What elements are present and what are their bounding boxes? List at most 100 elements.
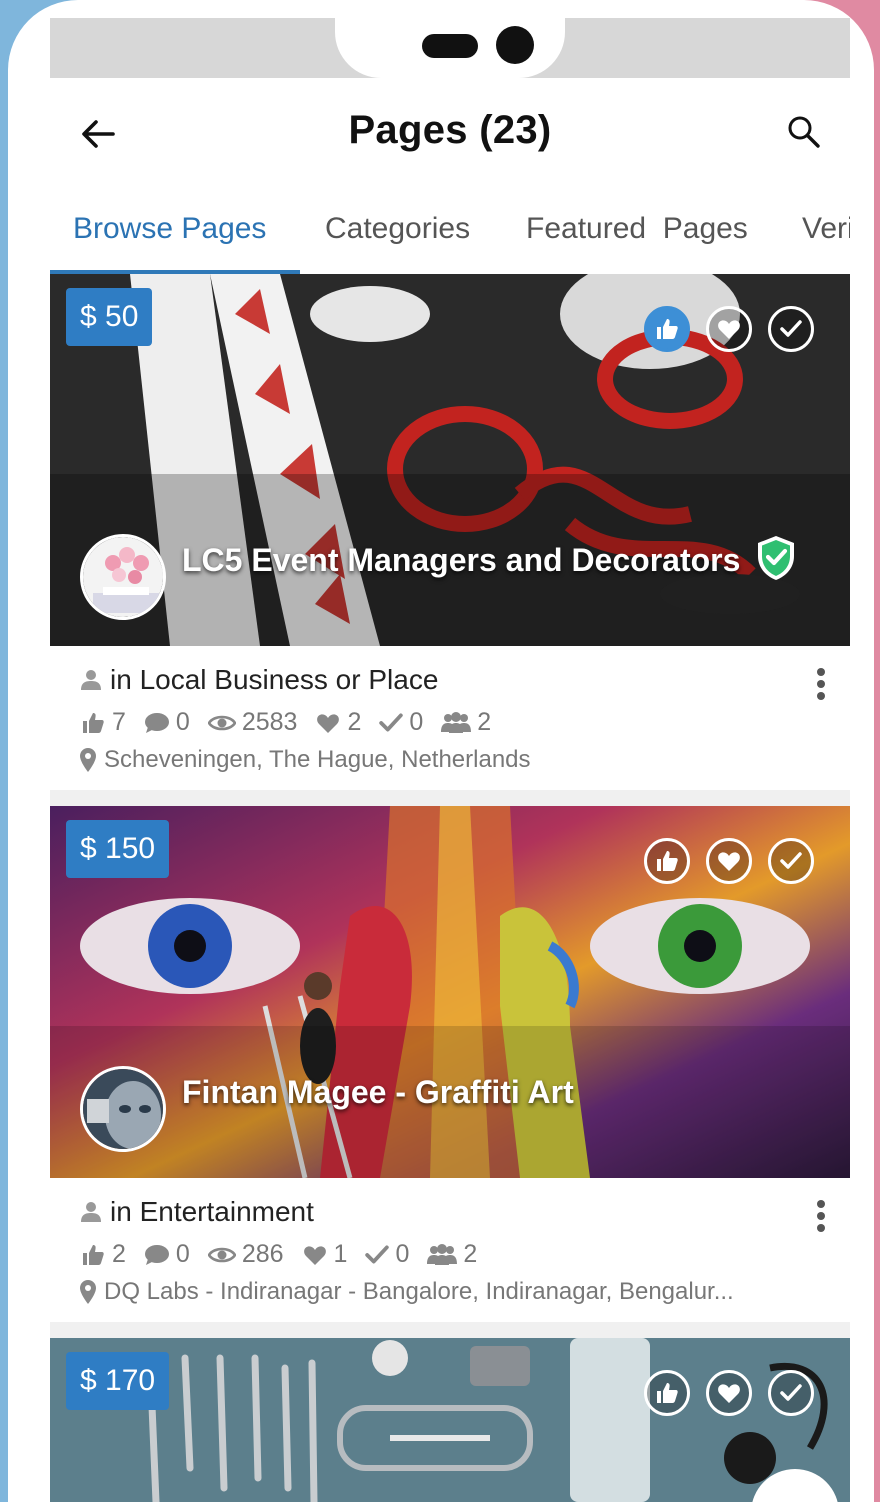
comments-stat: 0 bbox=[144, 1240, 190, 1269]
like-icon bbox=[657, 851, 678, 871]
favorites-stat: 1 bbox=[302, 1240, 348, 1269]
favorites-count: 1 bbox=[333, 1240, 348, 1268]
views-count: 286 bbox=[241, 1240, 284, 1268]
page-location: Scheveningen, The Hague, Netherlands bbox=[104, 746, 531, 773]
favorite-button[interactable] bbox=[706, 838, 752, 884]
user-icon bbox=[81, 670, 101, 690]
sensor-icon bbox=[422, 34, 478, 58]
location-line: DQ Labs - Indiranagar - Bangalore, Indir… bbox=[80, 1278, 800, 1306]
like-button[interactable] bbox=[644, 306, 690, 352]
follows-stat: 0 bbox=[379, 708, 423, 737]
category-line: in Entertainment bbox=[80, 1196, 314, 1228]
favorite-button[interactable] bbox=[706, 1370, 752, 1416]
comments-count: 0 bbox=[175, 708, 190, 736]
map-pin-icon bbox=[80, 748, 96, 772]
price-badge: $ 50 bbox=[66, 288, 153, 346]
search-button[interactable] bbox=[776, 104, 832, 160]
follow-button[interactable] bbox=[768, 1370, 814, 1416]
comment-icon bbox=[144, 1244, 169, 1265]
members-count: 2 bbox=[477, 708, 492, 736]
card-actions bbox=[644, 1370, 814, 1416]
check-icon bbox=[780, 320, 802, 337]
likes-count: 7 bbox=[112, 708, 126, 736]
page-location: DQ Labs - Indiranagar - Bangalore, Indir… bbox=[104, 1278, 734, 1305]
page-stats: 2 0 286 1 0 2 bbox=[80, 1240, 495, 1269]
page-card[interactable]: $ 170 bbox=[50, 1338, 850, 1502]
app-bar: Pages (23) bbox=[50, 78, 850, 188]
page-info: in Entertainment 2 0 286 1 0 2 DQ Labs -… bbox=[50, 1178, 850, 1322]
page-category[interactable]: in Entertainment bbox=[110, 1196, 314, 1228]
like-button[interactable] bbox=[644, 838, 690, 884]
like-icon bbox=[83, 1244, 104, 1265]
page-card[interactable]: $ 150 Fintan Magee - Graffiti Art in Ent… bbox=[50, 806, 850, 1322]
favorites-count: 2 bbox=[347, 708, 362, 736]
likes-stat: 7 bbox=[80, 708, 126, 737]
favorite-button[interactable] bbox=[706, 306, 752, 352]
camera-icon bbox=[496, 26, 534, 64]
more-options-button[interactable] bbox=[806, 664, 836, 704]
avatar bbox=[80, 1066, 166, 1152]
check-icon bbox=[780, 1384, 802, 1401]
views-stat: 286 bbox=[207, 1240, 284, 1269]
like-icon bbox=[657, 319, 678, 339]
card-actions bbox=[644, 838, 814, 884]
price-badge: $ 170 bbox=[66, 1352, 170, 1410]
page-stats: 7 0 2583 2 0 2 bbox=[80, 708, 509, 737]
follow-button[interactable] bbox=[768, 838, 814, 884]
card-actions bbox=[644, 306, 814, 352]
members-stat: 2 bbox=[441, 708, 491, 737]
likes-count: 2 bbox=[112, 1240, 126, 1268]
comments-stat: 0 bbox=[144, 708, 190, 737]
page-title: Pages (23) bbox=[348, 108, 552, 152]
members-icon bbox=[427, 1243, 458, 1265]
price-badge: $ 150 bbox=[66, 820, 170, 878]
follow-button[interactable] bbox=[768, 306, 814, 352]
category-line: in Local Business or Place bbox=[80, 664, 438, 696]
page-info: in Local Business or Place 7 0 2583 2 0 … bbox=[50, 646, 850, 790]
like-icon bbox=[83, 712, 104, 733]
user-icon bbox=[81, 1202, 101, 1222]
page-name[interactable]: Fintan Magee - Graffiti Art bbox=[182, 1074, 574, 1111]
more-vertical-icon bbox=[817, 1200, 825, 1208]
tab-verified-pages[interactable]: Verified Pages bbox=[802, 212, 850, 246]
eye-icon bbox=[207, 715, 236, 730]
page-cover-image: $ 170 bbox=[50, 1338, 850, 1502]
device-frame: Pages (23) Browse Pages Categories Featu… bbox=[8, 0, 874, 1502]
page-cover-image: $ 150 Fintan Magee - Graffiti Art bbox=[50, 806, 850, 1178]
comment-icon bbox=[144, 712, 169, 733]
members-stat: 2 bbox=[427, 1240, 477, 1269]
follows-stat: 0 bbox=[365, 1240, 409, 1269]
more-vertical-icon bbox=[817, 668, 825, 676]
verified-shield-icon bbox=[758, 536, 794, 580]
app-screen: Pages (23) Browse Pages Categories Featu… bbox=[50, 18, 850, 1502]
views-stat: 2583 bbox=[207, 708, 298, 737]
page-cover-image: $ 50 LC5 Event Managers and Decorators bbox=[50, 274, 850, 646]
map-pin-icon bbox=[80, 1280, 96, 1304]
views-count: 2583 bbox=[241, 708, 298, 736]
check-icon bbox=[365, 1244, 390, 1263]
more-options-button[interactable] bbox=[806, 1196, 836, 1236]
comments-count: 0 bbox=[175, 1240, 190, 1268]
like-button[interactable] bbox=[644, 1370, 690, 1416]
search-icon bbox=[788, 116, 820, 148]
page-card[interactable]: $ 50 LC5 Event Managers and Decorators i… bbox=[50, 274, 850, 790]
tab-browse-pages[interactable]: Browse Pages bbox=[73, 212, 266, 246]
follows-count: 0 bbox=[395, 1240, 410, 1268]
avatar bbox=[80, 534, 166, 620]
heart-icon bbox=[718, 320, 740, 339]
like-icon bbox=[657, 1383, 678, 1403]
heart-icon bbox=[718, 1384, 740, 1403]
page-category[interactable]: in Local Business or Place bbox=[110, 664, 438, 696]
tab-bar: Browse Pages Categories Featured Pages V… bbox=[50, 188, 850, 274]
check-icon bbox=[379, 712, 404, 731]
heart-icon bbox=[317, 713, 340, 733]
favorites-stat: 2 bbox=[315, 708, 361, 737]
location-line: Scheveningen, The Hague, Netherlands bbox=[80, 746, 800, 774]
page-name[interactable]: LC5 Event Managers and Decorators bbox=[182, 542, 740, 579]
tab-featured-pages[interactable]: Featured Pages bbox=[526, 212, 748, 246]
members-count: 2 bbox=[463, 1240, 478, 1268]
tab-categories[interactable]: Categories bbox=[325, 212, 470, 246]
eye-icon bbox=[207, 1247, 236, 1262]
likes-stat: 2 bbox=[80, 1240, 126, 1269]
heart-icon bbox=[303, 1245, 326, 1265]
